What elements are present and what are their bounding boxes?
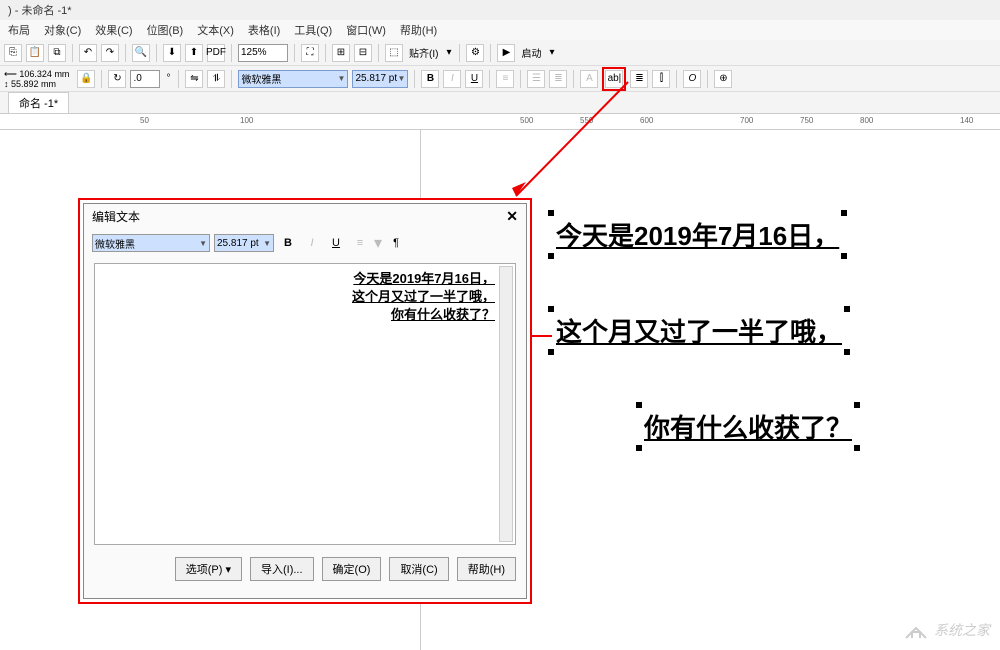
canvas-text-line1[interactable]: 今天是2019年7月16日， bbox=[556, 216, 839, 253]
dialog-toolbar: 微软雅黑▼ 25.817 pt▼ B I U ≡ ▾ ¶ bbox=[84, 229, 526, 257]
coordinates-display: ⟵ 106.324 mm ↕ 55.892 mm bbox=[4, 69, 73, 89]
bold-button[interactable]: B bbox=[421, 70, 439, 88]
outline-o-icon[interactable]: O bbox=[683, 70, 701, 88]
separator bbox=[414, 70, 415, 88]
separator bbox=[489, 70, 490, 88]
rotation-input[interactable] bbox=[130, 70, 160, 88]
font-family-combo[interactable]: 微软雅黑▼ bbox=[238, 70, 348, 88]
dialog-text-content[interactable]: 今天是2019年7月16日， 这个月又过了一半了哦， 你有什么收获了？ bbox=[352, 270, 495, 324]
close-icon[interactable]: ✕ bbox=[506, 208, 518, 225]
zoom-combo[interactable] bbox=[238, 44, 288, 62]
separator bbox=[294, 44, 295, 62]
search-icon[interactable]: 🔍 bbox=[132, 44, 150, 62]
indent-icon[interactable]: ≣ bbox=[630, 70, 648, 88]
canvas-text-line3[interactable]: 你有什么收获了？ bbox=[644, 408, 852, 445]
snap-icon[interactable]: ⬚ bbox=[385, 44, 403, 62]
dialog-underline-button[interactable]: U bbox=[326, 234, 346, 252]
menu-tools[interactable]: 工具(Q) bbox=[294, 22, 332, 38]
menu-layout[interactable]: 布局 bbox=[8, 22, 30, 38]
menu-bar: 布局 对象(C) 效果(C) 位图(B) 文本(X) 表格(I) 工具(Q) 窗… bbox=[0, 20, 1000, 40]
separator bbox=[676, 70, 677, 88]
align-label[interactable]: 贴齐(I) bbox=[407, 45, 440, 60]
separator bbox=[573, 70, 574, 88]
font-size-combo[interactable]: 25.817 pt▼ bbox=[352, 70, 408, 88]
dialog-font-combo[interactable]: 微软雅黑▼ bbox=[92, 234, 210, 252]
menu-text[interactable]: 文本(X) bbox=[197, 22, 234, 38]
edit-text-highlight: ab| bbox=[602, 67, 626, 91]
dialog-bold-button[interactable]: B bbox=[278, 234, 298, 252]
separator bbox=[231, 44, 232, 62]
flip-h-icon[interactable]: ⇋ bbox=[185, 70, 203, 88]
separator bbox=[707, 70, 708, 88]
redo-icon[interactable]: ↷ bbox=[101, 44, 119, 62]
dialog-align-icon[interactable]: ≡ bbox=[350, 234, 370, 252]
scrollbar[interactable] bbox=[499, 266, 513, 542]
dialog-title-text: 编辑文本 bbox=[92, 208, 140, 225]
separator bbox=[325, 44, 326, 62]
dialog-italic-button[interactable]: I bbox=[302, 234, 322, 252]
align-left-icon[interactable]: ≡ bbox=[496, 70, 514, 88]
toolbar-standard: ⎘ 📋 ⧉ ↶ ↷ 🔍 ⬇ ⬆ PDF ⛶ ⊞ ⊟ ⬚ 贴齐(I)▾ ⚙ ▶ 启… bbox=[0, 40, 1000, 66]
separator bbox=[156, 44, 157, 62]
toolbar-property: ⟵ 106.324 mm ↕ 55.892 mm 🔒 ↻ ° ⇋ ⥮ 微软雅黑▼… bbox=[0, 66, 1000, 92]
separator bbox=[72, 44, 73, 62]
options-button[interactable]: 选项(P) ▾ bbox=[175, 557, 242, 581]
pilcrow-icon[interactable]: ¶ bbox=[386, 234, 406, 252]
separator bbox=[231, 70, 232, 88]
paste-icon[interactable]: 📋 bbox=[26, 44, 44, 62]
menu-object[interactable]: 对象(C) bbox=[44, 22, 81, 38]
dialog-textarea[interactable]: 今天是2019年7月16日， 这个月又过了一半了哦， 你有什么收获了？ bbox=[94, 263, 516, 545]
add-icon[interactable]: ⊕ bbox=[714, 70, 732, 88]
title-bar: ) - 未命名 -1* bbox=[0, 0, 1000, 20]
document-tabs: 命名 -1* bbox=[0, 92, 1000, 114]
underline-button[interactable]: U bbox=[465, 70, 483, 88]
dropcap-icon[interactable]: A bbox=[580, 70, 598, 88]
clone-icon[interactable]: ⧉ bbox=[48, 44, 66, 62]
horizontal-ruler: 50 100 500 550 600 700 750 800 140 bbox=[0, 114, 1000, 130]
options-icon[interactable]: ⚙ bbox=[466, 44, 484, 62]
document-tab[interactable]: 命名 -1* bbox=[8, 92, 69, 113]
separator bbox=[490, 44, 491, 62]
grid-icon[interactable]: ⊟ bbox=[354, 44, 372, 62]
list-number-icon[interactable]: ≣ bbox=[549, 70, 567, 88]
pdf-icon[interactable]: PDF bbox=[207, 44, 225, 62]
menu-window[interactable]: 窗口(W) bbox=[346, 22, 386, 38]
italic-button[interactable]: I bbox=[443, 70, 461, 88]
separator bbox=[125, 44, 126, 62]
import-button[interactable]: 导入(I)... bbox=[250, 557, 314, 581]
separator bbox=[378, 44, 379, 62]
cancel-button[interactable]: 取消(C) bbox=[389, 557, 448, 581]
edit-text-button[interactable]: ab| bbox=[605, 70, 623, 88]
separator bbox=[459, 44, 460, 62]
menu-bitmap[interactable]: 位图(B) bbox=[147, 22, 184, 38]
launch-label[interactable]: 启动 bbox=[519, 45, 543, 60]
copy-icon[interactable]: ⎘ bbox=[4, 44, 22, 62]
flip-v-icon[interactable]: ⥮ bbox=[207, 70, 225, 88]
fullscreen-icon[interactable]: ⛶ bbox=[301, 44, 319, 62]
launch-icon[interactable]: ▶ bbox=[497, 44, 515, 62]
dialog-button-row: 选项(P) ▾ 导入(I)... 确定(O) 取消(C) 帮助(H) bbox=[84, 551, 526, 587]
menu-help[interactable]: 帮助(H) bbox=[400, 22, 437, 38]
lock-icon[interactable]: 🔒 bbox=[77, 70, 95, 88]
text-dir-icon[interactable]: ⫿ bbox=[652, 70, 670, 88]
menu-table[interactable]: 表格(I) bbox=[248, 22, 280, 38]
ruler-icon[interactable]: ⊞ bbox=[332, 44, 350, 62]
watermark: 系统之家 bbox=[902, 620, 990, 642]
export-icon[interactable]: ⬆ bbox=[185, 44, 203, 62]
separator bbox=[178, 70, 179, 88]
canvas-text-line2[interactable]: 这个月又过了一半了哦， bbox=[556, 312, 842, 349]
dialog-size-combo[interactable]: 25.817 pt▼ bbox=[214, 234, 274, 252]
rotate-icon[interactable]: ↻ bbox=[108, 70, 126, 88]
menu-effect[interactable]: 效果(C) bbox=[95, 22, 132, 38]
edit-text-dialog: 编辑文本 ✕ 微软雅黑▼ 25.817 pt▼ B I U ≡ ▾ ¶ 今天是2… bbox=[78, 198, 532, 604]
ok-button[interactable]: 确定(O) bbox=[322, 557, 382, 581]
list-bullet-icon[interactable]: ☰ bbox=[527, 70, 545, 88]
separator bbox=[520, 70, 521, 88]
separator bbox=[101, 70, 102, 88]
help-button[interactable]: 帮助(H) bbox=[457, 557, 516, 581]
import-icon[interactable]: ⬇ bbox=[163, 44, 181, 62]
undo-icon[interactable]: ↶ bbox=[79, 44, 97, 62]
